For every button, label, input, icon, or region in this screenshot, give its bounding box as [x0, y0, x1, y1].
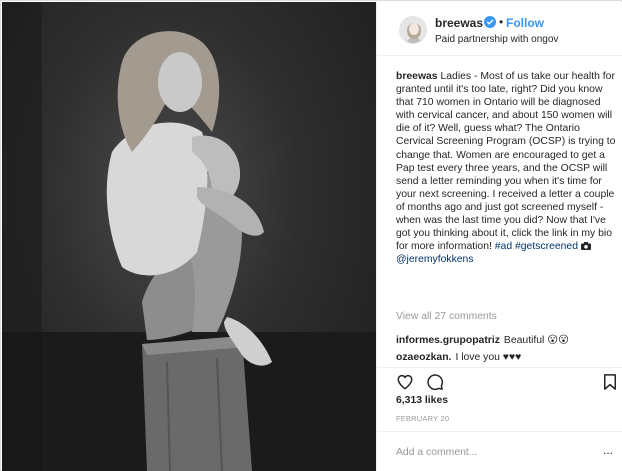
heart-icon[interactable]: [396, 373, 414, 391]
paid-partnership-label[interactable]: Paid partnership with ongov: [435, 34, 558, 45]
comment-item: informes.grupopatriz Beautiful 😮😮: [396, 334, 569, 346]
follow-button[interactable]: Follow: [506, 16, 544, 30]
post-date: FEBRUARY 20: [396, 414, 450, 423]
post-frame: breewas • Follow Paid partnership with o…: [0, 0, 622, 471]
view-all-comments-link[interactable]: View all 27 comments: [396, 311, 497, 322]
hashtag-getscreened[interactable]: #getscreened: [515, 241, 578, 252]
comment-text: I love you ♥♥♥: [455, 352, 522, 363]
avatar[interactable]: [399, 16, 427, 44]
post-header: breewas • Follow Paid partnership with o…: [377, 2, 622, 56]
photo-illustration: [2, 2, 376, 471]
comment-username[interactable]: informes.grupopatriz: [396, 335, 500, 346]
verified-badge-icon: [484, 16, 496, 28]
add-comment-bar: ...: [377, 431, 622, 471]
likes-count[interactable]: 6,313 likes: [396, 395, 448, 406]
comment-text: Beautiful 😮😮: [503, 335, 569, 346]
more-options-button[interactable]: ...: [603, 443, 613, 457]
comment-icon[interactable]: [426, 373, 444, 391]
caption-text: Ladies - Most of us take our health for …: [396, 71, 616, 253]
post-caption: breewas Ladies - Most of us take our hea…: [396, 70, 618, 266]
hashtag-ad[interactable]: #ad: [495, 241, 512, 252]
bookmark-icon[interactable]: [601, 373, 619, 391]
caption-username[interactable]: breewas: [396, 71, 438, 82]
avatar-image: [400, 17, 426, 43]
comment-username[interactable]: ozaeozkan.: [396, 352, 451, 363]
separator-dot: •: [499, 15, 504, 29]
add-comment-input[interactable]: [396, 444, 596, 460]
post-sidebar: breewas • Follow Paid partnership with o…: [376, 2, 622, 471]
action-bar: [377, 367, 622, 391]
photo-credit-link[interactable]: @jeremyfokkens: [396, 254, 474, 265]
camera-icon: [580, 242, 591, 251]
comment-item: ozaeozkan. I love you ♥♥♥: [396, 352, 521, 363]
post-photo[interactable]: [2, 2, 376, 471]
username-link[interactable]: breewas: [435, 16, 483, 30]
